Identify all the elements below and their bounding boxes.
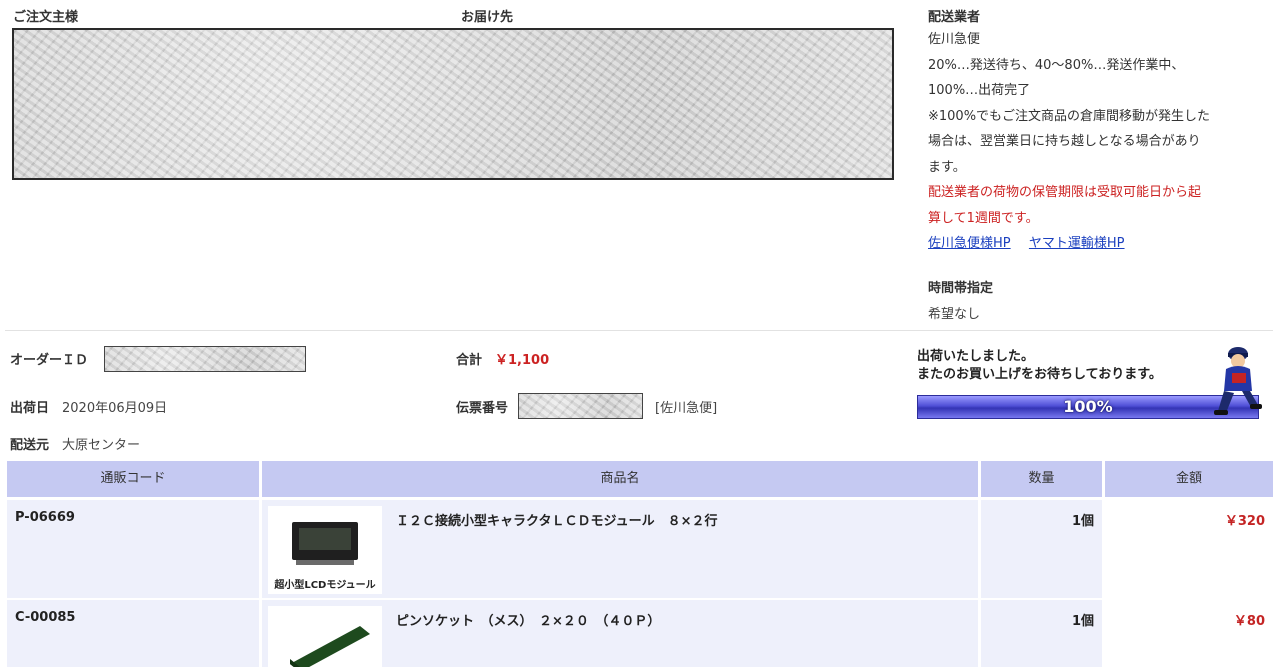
table-row: C-00085 ピンソケット （メス） ２×２０ （４０Ｐ） 1個 ￥80 (7, 600, 1273, 671)
table-row: P-06669 超小型LCDモジュール Ｉ２Ｃ接続小型キャラクタＬＣＤモジュール… (7, 500, 1273, 598)
carrier-links: 佐川急便様HP ヤマト運輸様HP (928, 231, 1273, 257)
carrier-name: 佐川急便 (928, 32, 981, 47)
product-code[interactable]: C-00085 (15, 610, 75, 625)
redacted-slip-number (518, 393, 643, 419)
thumbnail-caption: 超小型LCDモジュール (274, 580, 376, 591)
time-slot-heading: 時間帯指定 (928, 281, 994, 296)
slip-number-label: 伝票番号 (456, 401, 509, 416)
column-header-qty: 数量 (1028, 471, 1055, 486)
column-header-price: 金額 (1175, 471, 1202, 486)
time-slot-value: 希望なし (928, 307, 981, 322)
total-value: ￥1,100 (495, 353, 550, 368)
lcd-module-image (292, 522, 358, 565)
address-section: ご注文主様 お届け先 配送業者 佐川急便 20%…発送待ち、40～80%…発送作… (5, 5, 1273, 331)
redacted-address-block (12, 28, 894, 180)
pin-socket-image (290, 626, 370, 671)
order-id-label: オーダーＩＤ (10, 353, 89, 368)
carrier-info: 佐川急便 20%…発送待ち、40～80%…発送作業中、 100%…出荷完了 ※1… (928, 27, 1273, 257)
yamato-link[interactable]: ヤマト運輸様HP (1029, 236, 1125, 251)
progress-label: 100% (1063, 397, 1113, 416)
product-thumbnail[interactable]: 超小型LCDモジュール (268, 506, 382, 594)
storage-warning-1: 配送業者の荷物の保管期限は受取可能日から起 (928, 185, 1202, 200)
origin-label: 配送元 (10, 438, 50, 453)
product-thumbnail[interactable] (268, 606, 382, 671)
total-label: 合計 (456, 353, 483, 368)
status-message: 出荷いたしました。 またのお買い上げをお待ちしております。 (917, 348, 1162, 384)
redacted-order-id (104, 346, 306, 372)
carrier-note-4: 場合は、翌営業日に持ち越しとなる場合があり (928, 134, 1201, 149)
carrier-note-1: 20%…発送待ち、40～80%…発送作業中、 (928, 57, 1185, 73)
delivery-person-icon (1214, 347, 1262, 415)
product-qty: 1個 (1071, 514, 1094, 529)
product-code[interactable]: P-06669 (15, 510, 75, 525)
origin-value: 大原センター (62, 438, 141, 453)
carrier-note-5: ます。 (928, 159, 966, 175)
slip-carrier: [佐川急便] (655, 401, 718, 416)
ship-date-label: 出荷日 (10, 401, 50, 416)
status-message-line-2: またのお買い上げをお待ちしております。 (917, 367, 1162, 382)
product-name[interactable]: ピンソケット （メス） ２×２０ （４０Ｐ） (396, 610, 660, 629)
ship-date-value: 2020年06月09日 (62, 401, 168, 416)
column-header-product: 商品名 (600, 471, 640, 486)
product-name[interactable]: Ｉ２Ｃ接続小型キャラクタＬＣＤモジュール ８×２行 (396, 510, 717, 529)
table-header: 通販コード 商品名 数量 金額 (7, 461, 1273, 497)
carrier-note-3: ※100%でもご注文商品の倉庫間移動が発生した (928, 108, 1211, 124)
product-price: ￥320 (1224, 514, 1265, 529)
storage-warning-2: 算して1週間です。 (928, 210, 1039, 226)
carrier-heading: 配送業者 (928, 10, 981, 25)
sagawa-link[interactable]: 佐川急便様HP (928, 236, 1011, 251)
column-header-code: 通販コード (100, 471, 166, 486)
orderer-label: ご注文主様 (13, 10, 79, 25)
carrier-note-2: 100%…出荷完了 (928, 83, 1031, 98)
status-message-line-1: 出荷いたしました。 (917, 349, 1035, 364)
product-price: ￥80 (1233, 614, 1265, 629)
delivery-to-label: お届け先 (461, 10, 514, 25)
product-qty: 1個 (1071, 614, 1094, 629)
